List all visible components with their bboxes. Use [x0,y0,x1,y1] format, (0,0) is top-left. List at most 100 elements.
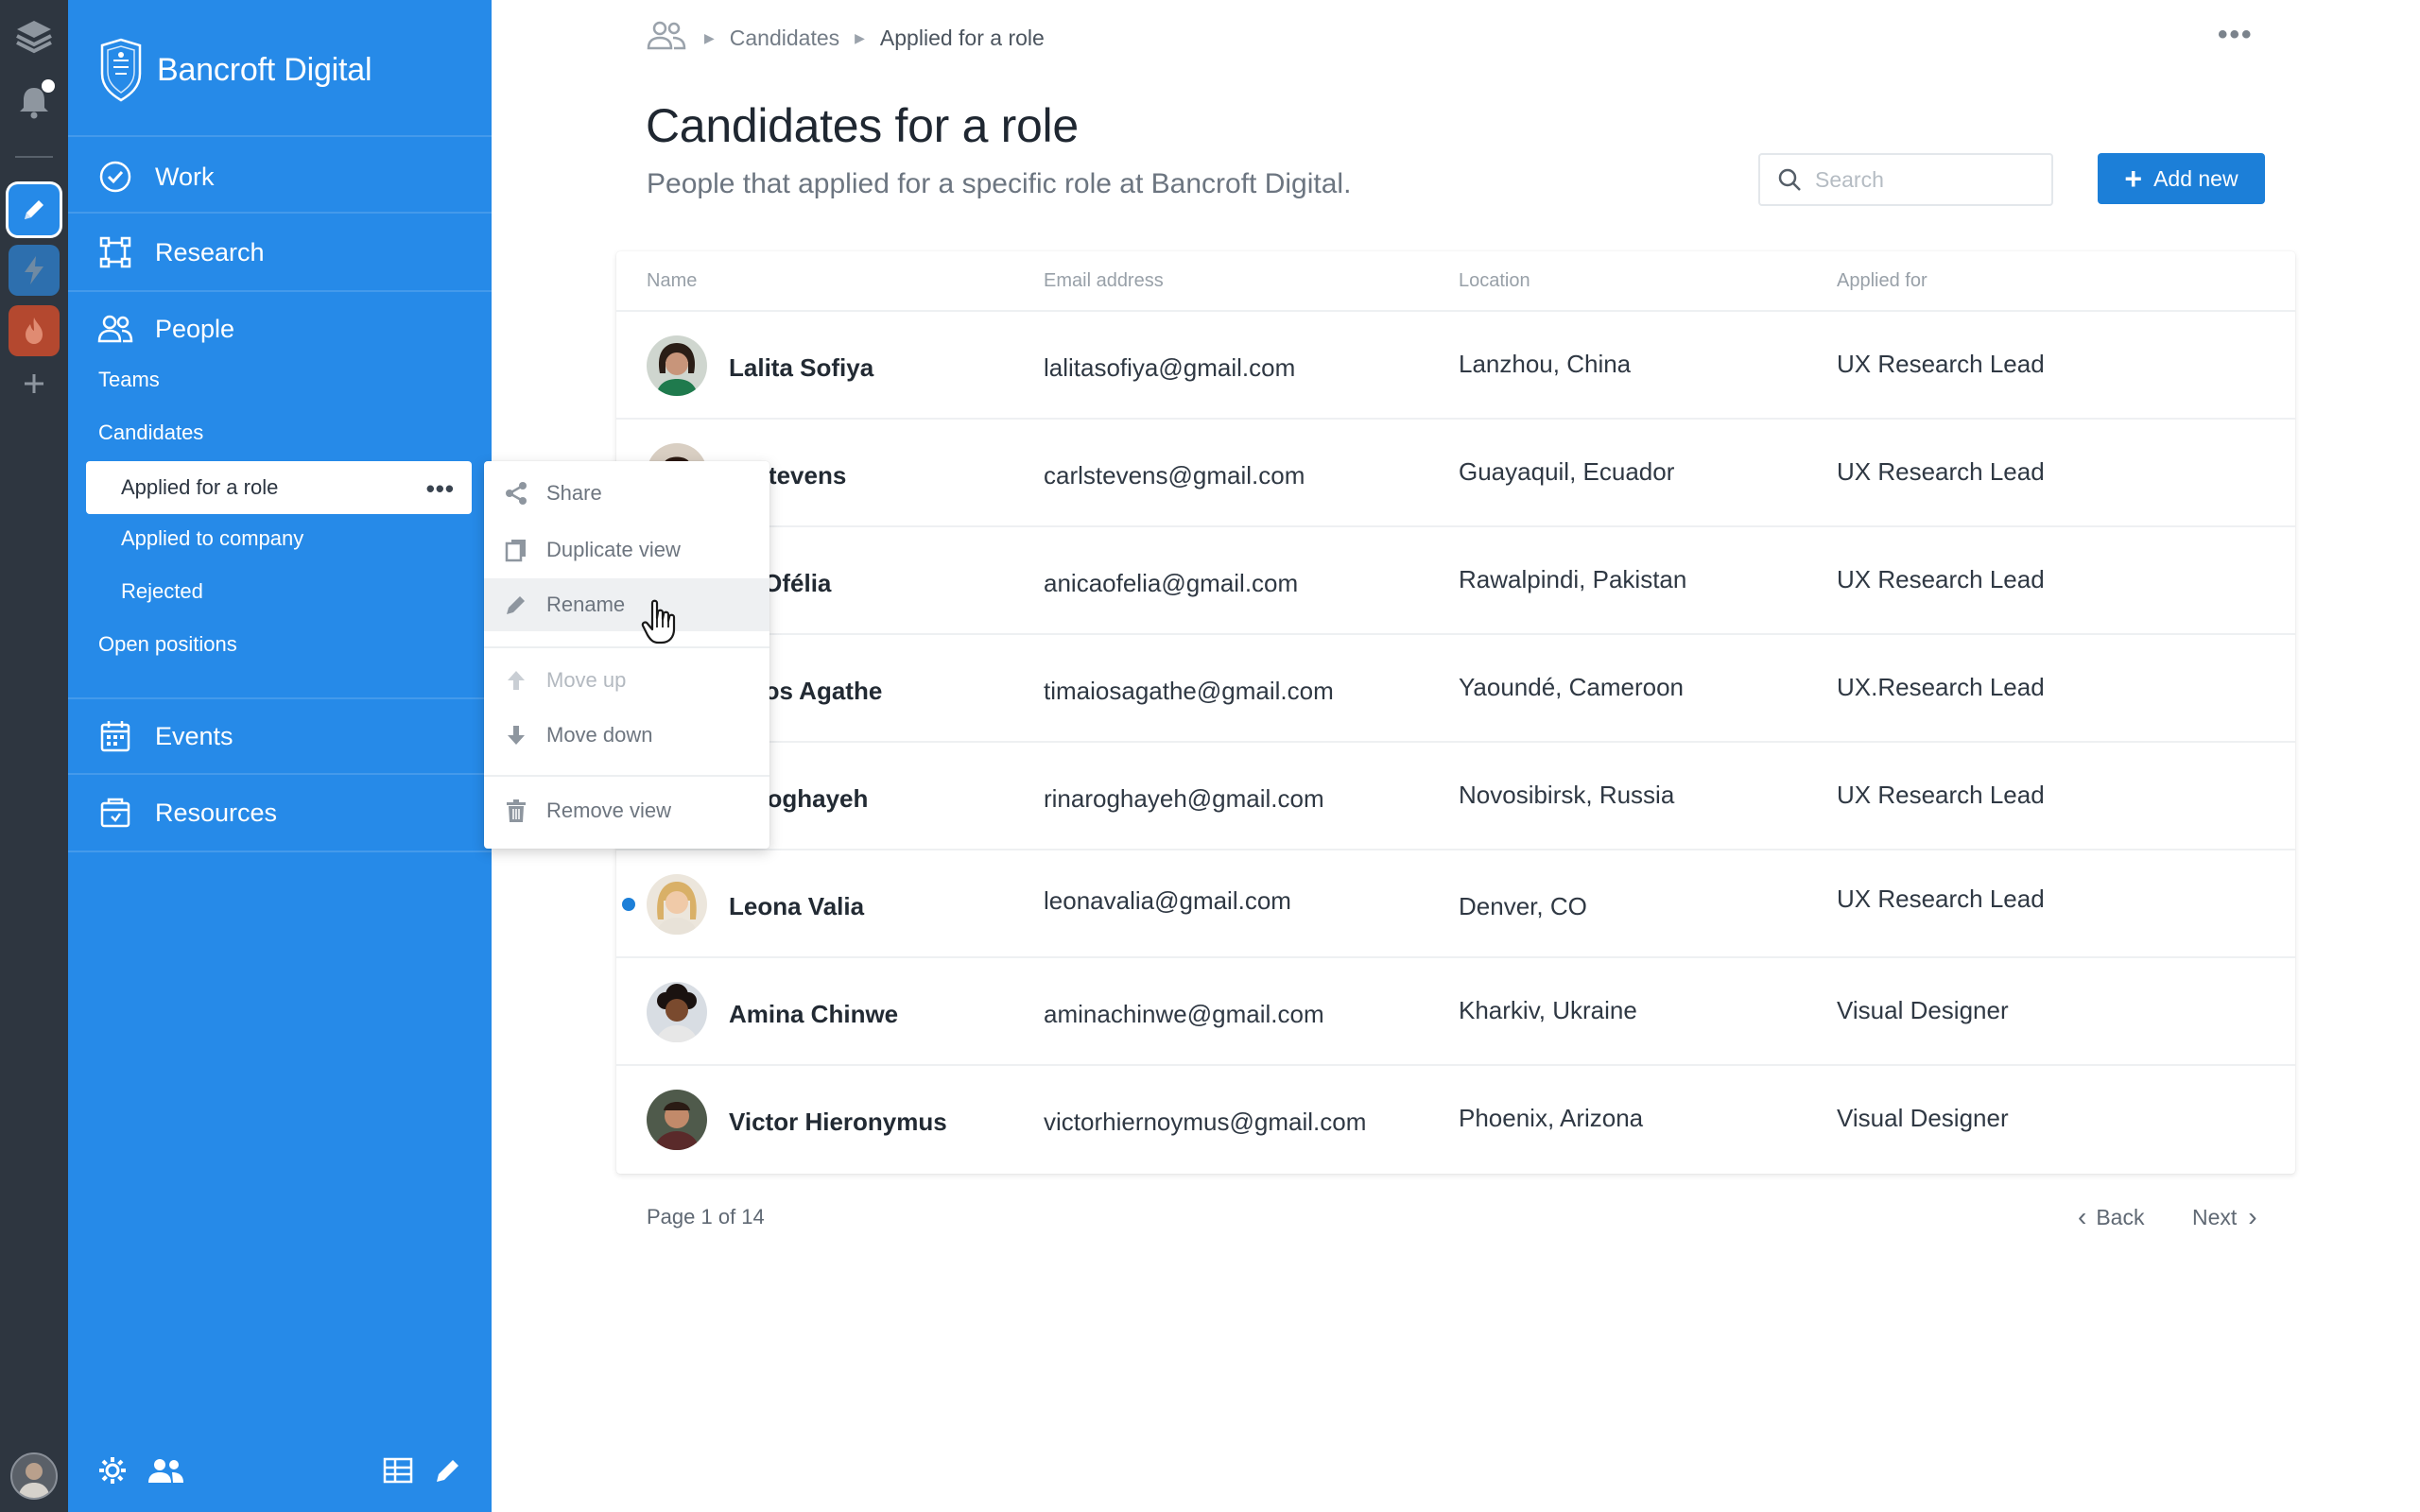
menu-divider [484,775,769,777]
duplicate-icon [503,537,529,563]
sidebar-item-work[interactable]: Work [96,148,473,205]
menu-item-duplicate-view[interactable]: Duplicate view [484,524,769,576]
pencil-icon [25,200,43,219]
menu-item-label: Move down [546,723,653,747]
sidebar-item-resources[interactable]: Resources [96,784,473,841]
sidebar-item-label: People [155,314,235,343]
trash-icon [503,798,529,824]
page-title: Candidates for a role [646,99,1079,152]
divider [68,135,492,137]
more-options-icon[interactable]: ••• [426,474,455,504]
people-outline-icon[interactable] [646,19,687,57]
candidate-location: Guayaquil, Ecuador [1459,457,1675,486]
brand-name: Bancroft Digital [157,51,372,88]
sidebar-item-label: Work [155,162,215,191]
candidate-name: Victor Hieronymus [729,1108,947,1136]
workspace-flame-button[interactable] [8,304,60,357]
menu-item-share[interactable]: Share [484,467,769,520]
page-subtitle: People that applied for a specific role … [647,168,1352,199]
sidebar-item-candidates[interactable]: Candidates [98,414,203,452]
sidebar-item-label: Resources [155,798,278,827]
share-icon [503,480,529,507]
candidate-email: anicaofelia@gmail.com [1044,569,1299,597]
candidate-role: UX Research Lead [1837,565,2045,593]
menu-item-rename[interactable]: Rename [484,578,769,631]
logo-shield-icon [100,38,142,102]
sidebar-item-label: Applied for a role [121,475,279,499]
workspace-edit-button[interactable] [8,183,60,236]
add-new-button[interactable]: + Add new [2098,153,2265,204]
grid-view-icon[interactable] [382,1454,414,1491]
table-row[interactable]: Lalita Sofiya lalitasofiya@gmail.com Lan… [616,312,2295,420]
table-row[interactable]: naios Agathe timaiosagathe@gmail.com Yao… [616,635,2295,743]
menu-item-label: Remove view [546,799,672,822]
column-header-name[interactable]: Name [647,270,697,292]
team-members-icon[interactable] [146,1454,187,1491]
table-row[interactable]: a Roghayeh rinaroghayeh@gmail.com Novosi… [616,743,2295,850]
edit-pencil-icon[interactable] [433,1455,463,1490]
rail-divider [15,156,53,158]
breadcrumb-separator-icon: ▶ [704,29,715,45]
breadcrumb-separator-icon: ▶ [855,29,865,45]
candidate-email: leonavalia@gmail.com [1044,886,1291,915]
arrow-down-icon [503,722,529,748]
sidebar-item-teams[interactable]: Teams [98,361,160,399]
breadcrumb-item-current: Applied for a role [879,25,1045,50]
candidate-email: timaiosagathe@gmail.com [1044,677,1334,705]
candidate-email: lalitasofiya@gmail.com [1044,353,1296,382]
search-input[interactable]: Search [1758,153,2053,206]
pagination-back-button[interactable]: ‹ Back [2078,1202,2144,1232]
research-frame-icon [96,233,134,271]
table-row[interactable]: Leona Valia leonavalia@gmail.com Denver,… [616,850,2295,958]
sidebar-item-label: Research [155,237,265,266]
candidates-table: Name Email address Location Applied for … [616,251,2295,1174]
sidebar-footer [96,1450,463,1495]
column-header-email[interactable]: Email address [1044,270,1164,292]
candidate-location: Rawalpindi, Pakistan [1459,565,1687,593]
calendar-icon [96,717,134,755]
candidate-role: UX Research Lead [1837,457,2045,486]
menu-item-label: Duplicate view [546,538,681,561]
candidate-location: Denver, CO [1459,892,1587,920]
candidate-location: Phoenix, Arizona [1459,1104,1644,1132]
sidebar-item-applied-to-company[interactable]: Applied to company [121,520,303,558]
candidate-location: Novosibirsk, Russia [1459,781,1675,809]
breadcrumb: ▶ Candidates ▶ Applied for a role [646,19,1045,57]
layers-icon[interactable] [8,9,60,62]
column-header-location[interactable]: Location [1459,270,1530,292]
candidate-name: Amina Chinwe [729,1000,899,1028]
candidate-email: carlstevens@gmail.com [1044,461,1305,490]
check-circle-icon [96,158,134,196]
brand[interactable]: Bancroft Digital [96,36,372,104]
table-row[interactable]: Amina Chinwe aminachinwe@gmail.com Khark… [616,958,2295,1066]
sidebar-item-people[interactable]: People [96,301,473,357]
search-placeholder: Search [1815,166,1884,192]
column-header-applied-for[interactable]: Applied for [1837,270,1927,292]
user-avatar[interactable] [8,1450,60,1503]
menu-item-move-down[interactable]: Move down [484,709,769,762]
sidebar-item-applied-for-role[interactable]: Applied for a role ••• [86,461,472,514]
avatar [647,982,707,1042]
table-row[interactable]: ca Ofélia anicaofelia@gmail.com Rawalpin… [616,527,2295,635]
candidate-email: aminachinwe@gmail.com [1044,1000,1324,1028]
settings-gear-icon[interactable] [96,1454,129,1491]
notification-bell-icon[interactable] [8,76,60,129]
pagination-next-button[interactable]: Next › [2192,1202,2257,1232]
sidebar-item-events[interactable]: Events [96,708,473,765]
divider [68,773,492,775]
sidebar-item-rejected[interactable]: Rejected [121,573,203,610]
sidebar-item-research[interactable]: Research [96,224,473,281]
menu-item-label: Share [546,481,602,505]
workspace-lightning-button[interactable] [8,244,60,297]
breadcrumb-item-candidates[interactable]: Candidates [730,26,839,51]
menu-item-remove-view[interactable]: Remove view [484,784,769,837]
candidate-role: UX.Research Lead [1837,673,2045,701]
menu-item-move-up[interactable]: Move up [484,654,769,707]
more-options-icon[interactable]: ••• [2218,19,2254,51]
sidebar-item-open-positions[interactable]: Open positions [98,626,237,663]
table-row[interactable]: rl Stevens carlstevens@gmail.com Guayaqu… [616,420,2295,527]
plus-icon[interactable] [8,357,60,410]
pagination-back-label: Back [2096,1204,2145,1229]
avatar [647,874,707,935]
table-row[interactable]: Victor Hieronymus victorhiernoymus@gmail… [616,1066,2295,1174]
